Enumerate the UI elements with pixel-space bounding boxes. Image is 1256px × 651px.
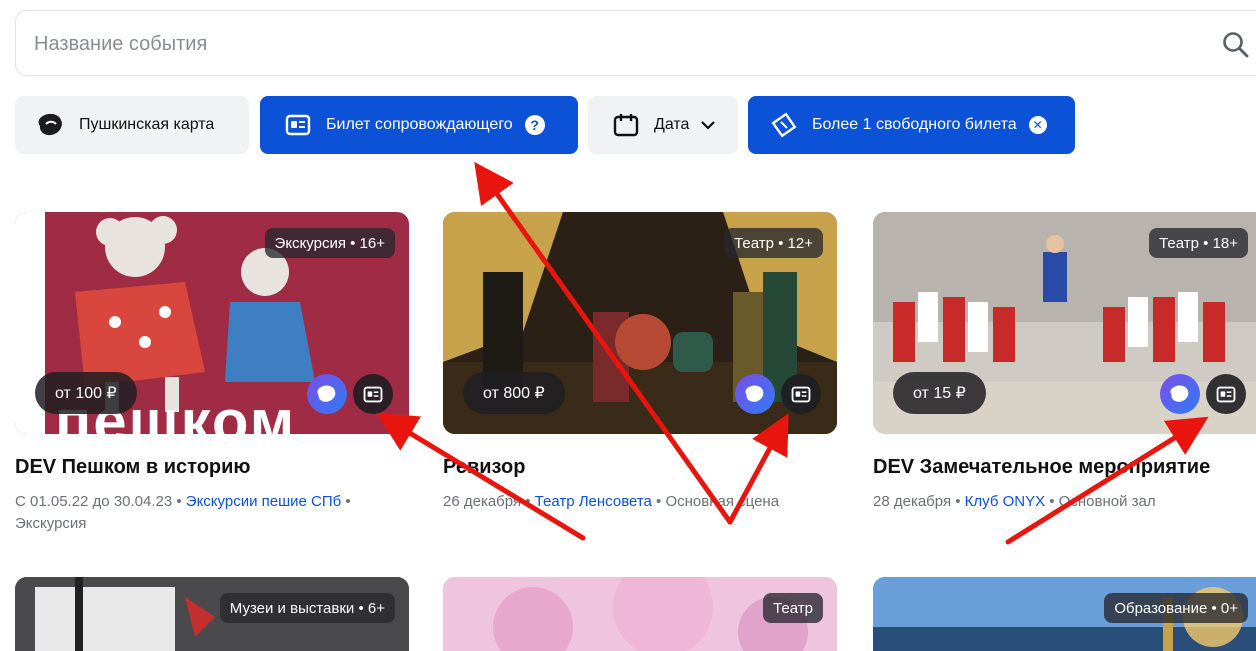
category-badge: Театр • 12+ (724, 228, 823, 258)
event-card-image[interactable]: Театр (443, 577, 837, 651)
chevron-down-icon (701, 121, 716, 130)
calendar-icon (612, 111, 640, 139)
close-circle-icon[interactable]: ✕ (1028, 116, 1047, 134)
search-icon[interactable] (1221, 30, 1251, 60)
pushkin-card-icon (735, 374, 775, 414)
filter-free-tickets-label: Более 1 свободного билета (812, 116, 1017, 133)
category-badge: Образование • 0+ (1104, 593, 1248, 623)
event-hall: • Основная сцена (651, 493, 780, 510)
event-meta: 28 декабря • Клуб ONYX • Основной зал (873, 491, 1253, 513)
event-date: 28 декабря • (873, 493, 965, 510)
event-hall: • Основной зал (1045, 493, 1156, 510)
event-meta: С 01.05.22 до 30.04.23 • Экскурсии пешие… (15, 491, 405, 535)
ticket-card-icon (781, 374, 821, 414)
event-category: Экскурсия (15, 515, 87, 532)
pushkin-card-icon (37, 111, 65, 139)
event-title[interactable]: DEV Пешком в историю (15, 456, 251, 479)
category-badge: Театр (763, 593, 823, 623)
event-meta: 26 декабря • Театр Ленсовета • Основная … (443, 491, 843, 513)
filter-free-tickets[interactable]: Более 1 свободного билета ✕ (748, 96, 1075, 154)
event-card-image[interactable]: Театр • 12+ от 800 ₽ (443, 212, 837, 434)
event-card-image[interactable]: Образование • 0+ (873, 577, 1256, 651)
event-title[interactable]: DEV Замечательное мероприятие (873, 456, 1210, 479)
price-label: от 100 ₽ (35, 372, 137, 414)
price-label: от 800 ₽ (463, 372, 565, 414)
ticket-card-icon (1206, 374, 1246, 414)
ticket-card-icon (353, 374, 393, 414)
filter-companion-ticket[interactable]: Билет сопровождающего ? (260, 96, 578, 154)
filter-date-label: Дата (654, 116, 690, 133)
event-card-image[interactable]: Театр • 18+ от 15 ₽ (873, 212, 1256, 434)
category-badge: Музеи и выставки • 6+ (219, 593, 395, 623)
filter-pushkin-card-label: Пушкинская карта (79, 116, 215, 133)
venue-link[interactable]: Экскурсии пешие СПб (186, 493, 341, 510)
event-date: 26 декабря • (443, 493, 535, 510)
ticket-icon (770, 111, 798, 139)
search-input[interactable] (34, 29, 1134, 59)
venue-link[interactable]: Театр Ленсовета (535, 493, 652, 510)
event-card-image[interactable]: пешком Экскурсия • 16+ от 100 ₽ (15, 212, 409, 434)
question-circle-icon[interactable]: ? (524, 115, 545, 135)
filter-date[interactable]: Дата (588, 96, 738, 154)
ticket-card-icon (284, 111, 312, 139)
price-label: от 15 ₽ (893, 372, 986, 414)
event-card-image[interactable]: Музеи и выставки • 6+ (15, 577, 409, 651)
category-badge: Театр • 18+ (1149, 228, 1248, 258)
search-bar[interactable] (15, 10, 1256, 76)
filter-pushkin-card[interactable]: Пушкинская карта (15, 96, 249, 154)
pushkin-card-icon (1160, 374, 1200, 414)
pushkin-card-icon (307, 374, 347, 414)
event-title[interactable]: Ревизор (443, 456, 525, 479)
event-date: С 01.05.22 до 30.04.23 • (15, 493, 186, 510)
venue-link[interactable]: Клуб ONYX (965, 493, 1045, 510)
meta-separator: • (341, 493, 351, 510)
filter-companion-ticket-label: Билет сопровождающего (326, 116, 513, 133)
category-badge: Экскурсия • 16+ (264, 228, 395, 258)
